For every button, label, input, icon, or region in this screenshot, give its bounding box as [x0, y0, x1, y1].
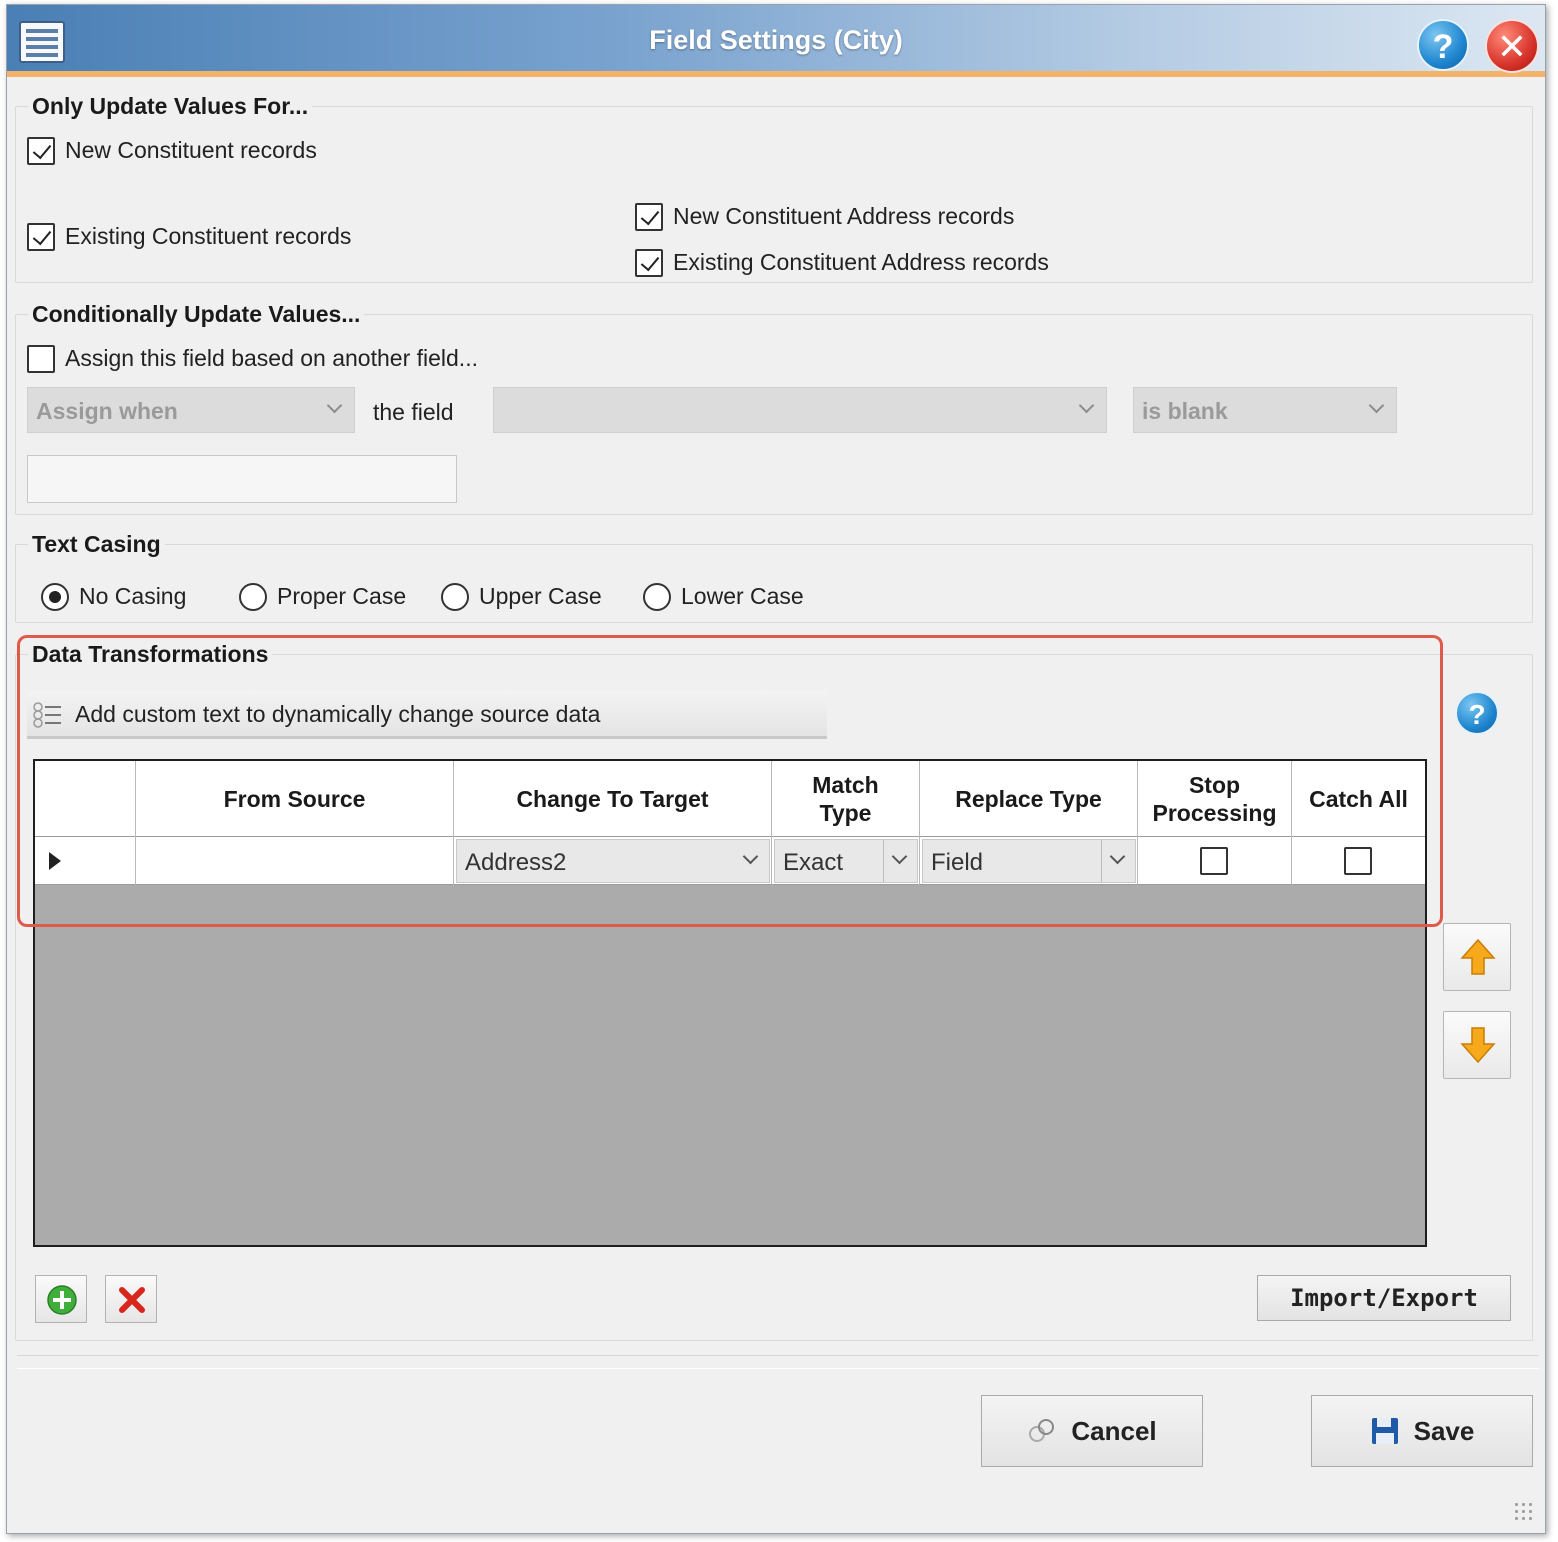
field-settings-dialog: Field Settings (City) ? ✕ Only Update Va… [6, 4, 1546, 1534]
chevron-down-icon [742, 848, 759, 865]
transformations-grid[interactable]: From Source Change To Target Match Type … [33, 759, 1427, 1247]
match-type-dropdown[interactable] [883, 840, 917, 882]
proper-case-radio[interactable] [239, 583, 267, 611]
column-stop-processing[interactable]: Stop Processing [1137, 761, 1291, 837]
grid-header: From Source Change To Target Match Type … [35, 761, 1425, 837]
stop-processing-cell[interactable] [1137, 837, 1291, 885]
change-to-target-combo[interactable]: Address2 [456, 839, 770, 883]
no-casing-radio[interactable] [41, 583, 69, 611]
delete-row-button[interactable] [105, 1275, 157, 1323]
import-export-label: Import/Export [1290, 1284, 1478, 1312]
data-transformations-legend: Data Transformations [32, 641, 269, 667]
column-replace-type[interactable]: Replace Type [919, 761, 1137, 837]
lower-case-label: Lower Case [681, 583, 804, 609]
close-icon[interactable]: ✕ [1485, 19, 1539, 73]
text-casing-legend: Text Casing [32, 531, 161, 557]
chevron-down-icon [1368, 397, 1385, 414]
add-row-button[interactable] [35, 1275, 87, 1323]
dialog-title: Field Settings (City) [649, 25, 903, 55]
condition-select[interactable]: is blank [1133, 387, 1397, 433]
assign-when-value: Assign when [36, 398, 178, 424]
title-bar[interactable]: Field Settings (City) ? ✕ [7, 5, 1545, 77]
change-to-target-header-text: Change To Target [516, 786, 709, 812]
new-address-label: New Constituent Address records [673, 203, 1015, 229]
list-options-icon [33, 701, 63, 728]
catch-all-checkbox[interactable] [1344, 847, 1372, 875]
catch-all-header-text: Catch All [1309, 786, 1408, 812]
arrow-up-icon [1460, 938, 1496, 975]
chevron-down-icon [326, 397, 343, 414]
transformations-help-icon[interactable]: ? [1455, 691, 1499, 735]
save-floppy-icon [1371, 1418, 1398, 1444]
no-casing-label: No Casing [79, 583, 187, 609]
condition-value-input[interactable] [27, 455, 457, 503]
chevron-down-icon [1078, 397, 1095, 414]
existing-constituent-label: Existing Constituent records [65, 223, 352, 249]
only-update-legend: Only Update Values For... [32, 93, 309, 119]
condition-value: is blank [1142, 398, 1228, 424]
save-button[interactable]: Save [1311, 1395, 1533, 1467]
column-catch-all[interactable]: Catch All [1291, 761, 1425, 837]
chevron-down-icon [891, 848, 908, 865]
from-source-cell[interactable] [135, 837, 453, 885]
table-row[interactable]: Address2 Exact Field [35, 837, 1425, 885]
match-type-cell[interactable]: Exact [771, 837, 919, 885]
delete-icon [119, 1287, 145, 1313]
existing-constituent-checkbox[interactable] [27, 223, 55, 251]
replace-type-header-text: Replace Type [955, 786, 1102, 812]
chevron-down-icon [1109, 848, 1126, 865]
row-selector-cell[interactable] [35, 837, 135, 885]
add-custom-text-button[interactable]: Add custom text to dynamically change so… [27, 691, 827, 739]
from-source-header-text: From Source [223, 786, 366, 812]
assign-based-checkbox[interactable] [27, 345, 55, 373]
new-constituent-label: New Constituent records [65, 137, 317, 163]
change-to-target-value: Address2 [465, 849, 567, 876]
stop-processing-header-line1: Stop [1188, 772, 1241, 798]
change-to-target-cell[interactable]: Address2 [453, 837, 771, 885]
import-export-button[interactable]: Import/Export [1257, 1275, 1511, 1321]
add-custom-text-label: Add custom text to dynamically change so… [75, 701, 601, 727]
proper-case-label: Proper Case [277, 583, 407, 609]
current-row-arrow-icon [49, 852, 61, 870]
replace-type-value: Field [931, 849, 984, 876]
existing-address-checkbox[interactable] [635, 249, 663, 277]
assign-when-select[interactable]: Assign when [27, 387, 355, 433]
the-field-label: the field [373, 399, 454, 425]
conditional-legend: Conditionally Update Values... [32, 301, 361, 327]
plus-icon [47, 1285, 77, 1315]
existing-address-label: Existing Constituent Address records [673, 249, 1049, 275]
match-type-header-line1: Match [812, 772, 879, 798]
column-change-to-target[interactable]: Change To Target [453, 761, 771, 837]
cancel-button[interactable]: Cancel [981, 1395, 1203, 1467]
replace-type-cell[interactable]: Field [919, 837, 1137, 885]
help-icon[interactable]: ? [1417, 19, 1469, 71]
stop-processing-checkbox[interactable] [1200, 847, 1228, 875]
save-label: Save [1413, 1415, 1475, 1446]
move-down-button[interactable] [1443, 1011, 1511, 1079]
match-type-combo[interactable]: Exact [774, 839, 918, 883]
cancel-label: Cancel [1071, 1415, 1157, 1446]
catch-all-cell[interactable] [1291, 837, 1425, 885]
arrow-down-icon [1460, 1027, 1496, 1064]
row-selector-header [35, 761, 135, 837]
resize-grip-icon[interactable] [1513, 1501, 1535, 1523]
new-constituent-checkbox[interactable] [27, 137, 55, 165]
cancel-icon [1029, 1419, 1055, 1442]
column-from-source[interactable]: From Source [135, 761, 453, 837]
move-up-button[interactable] [1443, 923, 1511, 991]
upper-case-label: Upper Case [479, 583, 602, 609]
new-address-checkbox[interactable] [635, 203, 663, 231]
stop-processing-header-line2: Processing [1152, 800, 1277, 826]
upper-case-radio[interactable] [441, 583, 469, 611]
lower-case-radio[interactable] [643, 583, 671, 611]
match-type-header-line2: Type [819, 800, 872, 826]
replace-type-combo[interactable]: Field [922, 839, 1136, 883]
footer-divider [17, 1355, 1539, 1369]
assign-based-label: Assign this field based on another field… [65, 345, 478, 371]
change-to-target-dropdown[interactable] [735, 840, 769, 882]
field-select[interactable] [493, 387, 1107, 433]
replace-type-dropdown[interactable] [1101, 840, 1135, 882]
column-match-type[interactable]: Match Type [771, 761, 919, 837]
match-type-value: Exact [783, 849, 844, 876]
